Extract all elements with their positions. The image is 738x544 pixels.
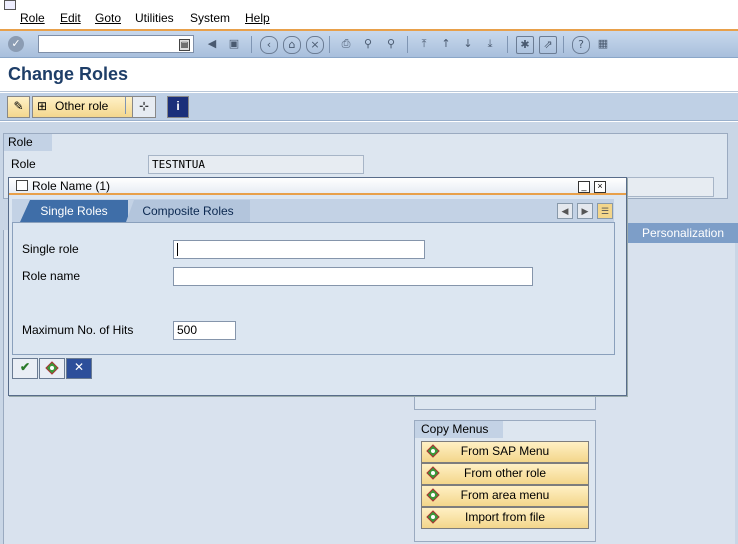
from-sap-menu-label: From SAP Menu (460, 444, 550, 458)
toolbar-separator (507, 36, 508, 53)
copy-menus-title: Copy Menus (415, 421, 503, 438)
prev-page-icon[interactable]: ↑ (438, 36, 454, 52)
find-icon[interactable]: ⚲ (360, 36, 376, 52)
from-area-menu-label: From area menu (460, 488, 550, 502)
save-icon[interactable]: ▣ (226, 36, 242, 52)
menu-goto[interactable]: Goto (95, 11, 121, 25)
copy-menu-icon (426, 510, 440, 524)
role-name-label: Role name (22, 269, 81, 283)
copy-menu-icon (426, 444, 440, 458)
close-icon[interactable]: × (594, 181, 606, 193)
menu-edit[interactable]: Edit (60, 11, 81, 25)
dialog-window-icon[interactable] (16, 180, 28, 191)
confirm-button[interactable]: ✔ (12, 358, 38, 379)
layout-icon[interactable]: ▦ (595, 36, 611, 52)
info-icon[interactable]: i (167, 96, 189, 118)
role-name-input[interactable] (173, 267, 533, 286)
cancel-x-icon: ✕ (73, 360, 85, 374)
other-role-button[interactable]: ⊞ Other role (32, 96, 143, 118)
import-from-file-label: Import from file (464, 510, 545, 524)
new-session-icon[interactable]: ✱ (516, 36, 534, 54)
max-hits-value: 500 (177, 323, 198, 337)
dialog-title: Role Name (1) (32, 179, 111, 193)
checkmark-icon: ✔ (19, 360, 31, 374)
copy-menu-icon (426, 466, 440, 480)
menu-role[interactable]: Role (20, 11, 45, 25)
role-value: TESTNTUA (148, 155, 364, 174)
next-page-icon[interactable]: ↓ (460, 36, 476, 52)
tab-personalization[interactable]: Personalization (628, 223, 738, 243)
single-role-input[interactable] (173, 240, 425, 259)
role-group-title: Role (4, 134, 52, 151)
toolbar-separator (329, 36, 330, 53)
menu-utilities[interactable]: Utilities (135, 11, 174, 25)
first-page-icon[interactable]: ⤒ (416, 36, 432, 52)
tab-scroll-right-icon[interactable]: ▶ (577, 203, 593, 219)
text-cursor (177, 243, 178, 256)
tab-single-roles[interactable]: Single Roles (20, 200, 128, 222)
from-other-role-button[interactable]: From other role (421, 463, 589, 485)
other-role-label: Other role (55, 99, 109, 113)
print-icon[interactable]: ⎙ (338, 36, 354, 52)
last-page-icon[interactable]: ⤓ (482, 36, 498, 52)
tab-list-icon[interactable]: ☰ (597, 203, 613, 219)
other-role-icon: ⊞ (37, 99, 48, 113)
display-change-icon[interactable]: ✎ (7, 96, 30, 118)
page-title: Change Roles (8, 64, 129, 84)
from-sap-menu-button[interactable]: From SAP Menu (421, 441, 589, 463)
toolbar-separator (125, 97, 126, 114)
start-search-button[interactable] (39, 358, 65, 379)
toolbar-separator (407, 36, 408, 53)
cancel-button[interactable]: ✕ (66, 358, 92, 379)
minimize-icon[interactable]: _ (578, 181, 590, 193)
single-role-label: Single role (22, 242, 79, 256)
standard-toolbar: ✓ ▤ ◀ ▣ ‹ ⌂ × ⎙ ⚲ ⚲ ⤒ ↑ ↓ ⤓ ✱ ⇗ ? ▦ (0, 31, 738, 58)
toolbar-separator (251, 36, 252, 53)
back-icon[interactable]: ‹ (260, 36, 278, 54)
max-hits-label: Maximum No. of Hits (22, 323, 134, 337)
find-next-icon[interactable]: ⚲ (383, 36, 399, 52)
window-menu-icon[interactable] (4, 0, 16, 10)
from-other-role-label: From other role (463, 466, 547, 480)
shortcut-icon[interactable]: ⇗ (539, 36, 557, 54)
tab-composite-roles[interactable]: Composite Roles (126, 200, 250, 222)
search-diamond-icon (45, 361, 59, 378)
cancel-icon[interactable]: × (306, 36, 324, 54)
role-label: Role (11, 157, 36, 171)
help-icon[interactable]: ? (572, 36, 590, 54)
application-toolbar: ✎ ⊞ Other role ⊹ i (0, 93, 738, 121)
tab-scroll-left-icon[interactable]: ◀ (557, 203, 573, 219)
exit-icon[interactable]: ⌂ (283, 36, 301, 54)
menu-bar: Role Edit Goto Utilities System Help (0, 0, 738, 31)
command-field[interactable]: ▤ (38, 35, 194, 53)
from-area-menu-button[interactable]: From area menu (421, 485, 589, 507)
copy-menu-icon (426, 488, 440, 502)
import-from-file-button[interactable]: Import from file (421, 507, 589, 529)
enter-icon[interactable]: ✓ (8, 36, 24, 52)
toolbar-separator (563, 36, 564, 53)
max-hits-input[interactable]: 500 (173, 321, 236, 340)
command-history-dropdown-icon[interactable]: ▤ (179, 39, 190, 51)
back-arrow-icon[interactable]: ◀ (204, 36, 220, 52)
hierarchy-icon[interactable]: ⊹ (132, 96, 156, 118)
menu-system[interactable]: System (190, 11, 230, 25)
menu-help[interactable]: Help (245, 11, 270, 25)
